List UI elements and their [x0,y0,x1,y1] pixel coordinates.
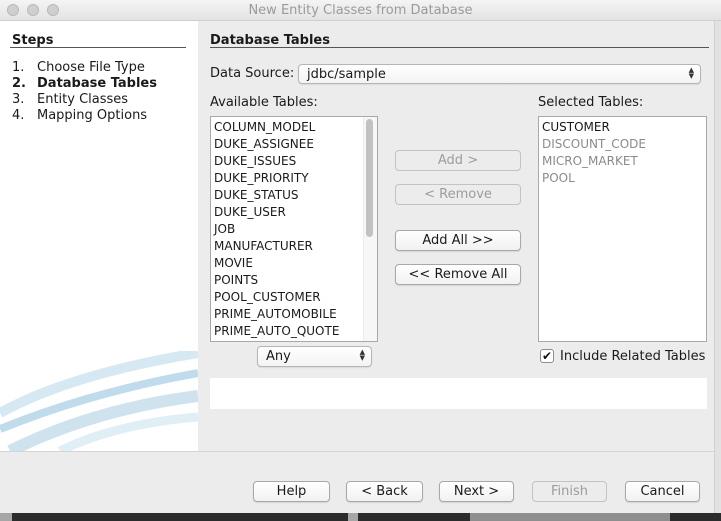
step-number: 2. [12,76,26,91]
window-edge [714,21,721,521]
list-item[interactable]: MANUFACTURER [214,238,313,255]
step-number: 4. [12,108,25,123]
steps-divider [10,47,186,48]
step-label: Choose File Type [37,60,145,75]
available-tables-list[interactable]: COLUMN_MODEL DUKE_ASSIGNEE DUKE_ISSUES D… [210,116,378,342]
list-item[interactable]: DUKE_USER [214,204,286,221]
list-item[interactable]: POOL [542,170,575,187]
remove-button[interactable]: < Remove [395,184,521,205]
footer-divider [0,451,721,452]
list-item[interactable]: POINTS [214,272,258,289]
list-item[interactable]: CUSTOMER [542,119,610,136]
list-item[interactable]: DUKE_ASSIGNEE [214,136,314,153]
message-area [210,378,707,409]
list-item[interactable]: POOL_CUSTOMER [214,289,321,306]
step-item: 1. Choose File Type [12,60,157,76]
step-label: Database Tables [37,76,157,91]
add-all-button[interactable]: Add All >> [395,230,521,251]
desktop-segment [0,513,12,521]
wizard-swoosh-graphic [0,351,198,451]
help-button[interactable]: Help [253,481,330,502]
list-item[interactable]: PRIME_AUTOMOBILE [214,306,337,323]
list-item[interactable]: COLUMN_MODEL [214,119,315,136]
list-item[interactable]: DUKE_PRIORITY [214,170,309,187]
checkmark-icon: ✔ [541,349,553,363]
select-arrows-icon: ▲ ▼ [688,66,694,80]
list-item[interactable]: DUKE_ISSUES [214,153,296,170]
section-title: Database Tables [210,33,330,48]
cancel-button[interactable]: Cancel [625,481,700,502]
include-related-label: Include Related Tables [560,349,706,364]
desktop-segment [348,513,358,521]
remove-all-button[interactable]: << Remove All [395,264,521,285]
select-arrows-icon: ▲ ▼ [359,348,365,362]
scrollbar[interactable] [363,117,377,341]
available-tables-label: Available Tables: [210,95,318,110]
scrollbar-thumb[interactable] [366,119,373,237]
list-item[interactable]: DUKE_STATUS [214,187,299,204]
add-button[interactable]: Add > [395,150,521,171]
data-source-select[interactable]: jdbc/sample ▲ ▼ [298,64,701,84]
selected-tables-label: Selected Tables: [538,95,644,110]
window-title: New Entity Classes from Database [248,3,473,18]
list-item[interactable]: MICRO_MARKET [542,153,638,170]
step-item: 4. Mapping Options [12,108,157,124]
table-filter-value: Any [266,349,291,364]
selected-tables-list[interactable]: CUSTOMER DISCOUNT_CODE MICRO_MARKET POOL [538,116,707,342]
list-item[interactable]: JOB [214,221,235,238]
list-item[interactable]: DISCOUNT_CODE [542,136,646,153]
step-number: 1. [12,60,25,75]
section-divider [210,47,709,48]
desktop-background [0,513,721,521]
steps-title: Steps [12,33,54,48]
next-button[interactable]: Next > [439,481,514,502]
include-related-checkbox[interactable]: ✔ [540,349,554,363]
data-source-label: Data Source: [210,66,295,81]
finish-button[interactable]: Finish [532,481,607,502]
steps-panel: Steps 1. Choose File Type 2. Database Tabl… [0,21,198,451]
title-bar: New Entity Classes from Database [0,0,721,21]
desktop-segment [470,513,670,521]
step-item-active: 2. Database Tables [12,76,157,92]
wizard-window: New Entity Classes from Database Steps 1… [0,0,721,521]
back-button[interactable]: < Back [346,481,423,502]
data-source-value: jdbc/sample [307,67,386,82]
table-filter-select[interactable]: Any ▲ ▼ [257,346,372,367]
step-item: 3. Entity Classes [12,92,157,108]
step-label: Entity Classes [37,92,129,107]
list-item[interactable]: PRIME_AUTO_QUOTE [214,323,339,340]
step-number: 3. [12,92,25,107]
steps-list: 1. Choose File Type 2. Database Tables 3. E… [12,60,157,124]
list-item[interactable]: MOVIE [214,255,253,272]
step-label: Mapping Options [37,108,148,123]
